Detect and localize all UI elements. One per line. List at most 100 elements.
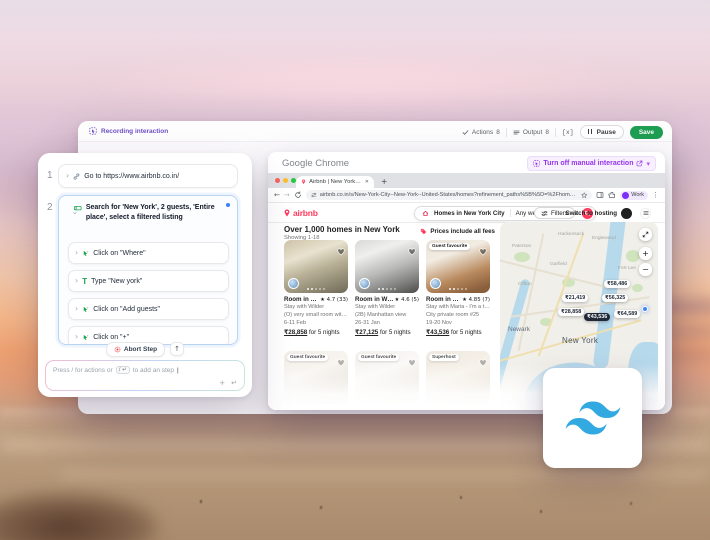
new-tab-button[interactable]: + [381, 177, 387, 186]
listing-host: Stay with Wilder [355, 304, 396, 310]
listing-card[interactable]: Guest favourite [284, 351, 348, 404]
save-button[interactable]: Save [629, 125, 663, 139]
map-town-label: Paterson [512, 244, 532, 249]
address-bar[interactable]: airbnb.co.in/s/New-York-City--New-York--… [305, 189, 593, 201]
map-town-label: Clifton [518, 282, 532, 287]
check-icon [462, 129, 469, 135]
chrome-menu-icon[interactable]: ⋮ [652, 191, 659, 199]
map-park [626, 250, 640, 262]
listing-photo[interactable] [355, 240, 419, 293]
switch-to-hosting-link[interactable]: Switch to hosting [565, 210, 617, 217]
map-price-pill[interactable]: ₹21,419 [562, 294, 589, 302]
carousel-dots [307, 288, 325, 290]
background-rock [0, 492, 160, 540]
back-button[interactable]: ← [274, 191, 280, 199]
map-price-pill[interactable]: ₹28,858 [558, 308, 585, 316]
chevron-right-icon[interactable]: › [75, 333, 78, 341]
map-price-pill[interactable]: ₹64,589 [614, 310, 641, 318]
variables-button[interactable]: [x] [562, 129, 574, 136]
map-price-pill[interactable]: ₹58,486 [604, 280, 631, 288]
manual-interaction-label: Turn off manual interaction [543, 160, 634, 167]
listing-card[interactable]: Superhost [426, 351, 490, 404]
wishlist-heart-icon[interactable] [337, 243, 345, 261]
extensions-icon[interactable] [608, 191, 616, 199]
guest-favourite-badge: Guest favourite [358, 354, 400, 361]
close-window-button[interactable] [275, 178, 280, 183]
slash-enter-kbd: / ↵ [115, 366, 130, 374]
step-number-1: 1 [47, 170, 53, 181]
pause-button[interactable]: Pause [579, 125, 624, 139]
map-price-pill-selected[interactable]: ₹43,536 [584, 313, 611, 321]
record-stop-icon [114, 346, 121, 353]
bookmark-star-icon[interactable] [581, 192, 588, 199]
airbnb-logo-text: airbnb [293, 208, 318, 218]
substep-type-newyork[interactable]: › T Type "New york" [68, 270, 229, 292]
map-location-dot [642, 306, 648, 312]
listing-photo[interactable]: Guest favourite [426, 240, 490, 293]
user-avatar[interactable] [621, 207, 632, 219]
wishlist-heart-icon[interactable] [479, 243, 487, 261]
wishlist-heart-icon[interactable] [479, 354, 487, 372]
listing-photo[interactable] [284, 240, 348, 293]
chevron-down-icon[interactable]: › [59, 212, 80, 215]
airbnb-menu-button[interactable] [640, 207, 651, 219]
listing-dates: 6-11 Feb [284, 320, 306, 327]
manual-interaction-toggle[interactable]: Turn off manual interaction ▾ [527, 156, 656, 171]
listing-price: ₹27,125 [355, 328, 379, 336]
listing-price-suffix: for 5 nights [449, 328, 482, 336]
substep-click-add-guests[interactable]: › Click on "Add guests" [68, 298, 229, 320]
chrome-profile-chip[interactable]: Work [620, 190, 648, 200]
forward-button[interactable]: → [284, 191, 290, 199]
type-icon: T [82, 276, 88, 286]
actions-counter[interactable]: Actions 8 [462, 129, 500, 136]
browser-tab-airbnb[interactable]: Airbnb | New York City - Ho... ✕ [296, 175, 374, 188]
listing-dates: 26-31 Jan [355, 320, 380, 327]
chevron-right-icon[interactable]: › [75, 249, 78, 257]
background-sand-ripple [60, 470, 710, 479]
minimize-window-button[interactable] [283, 178, 288, 183]
dropdown-caret-icon[interactable]: ▾ [646, 160, 650, 168]
listing-card[interactable]: Room in West New Y...★ 4.7 (33) Stay wit… [284, 240, 348, 336]
scroll-up-button[interactable]: ↑ [170, 342, 185, 356]
map-zoom-in-button[interactable]: + [639, 247, 652, 260]
map-zoom-out-button[interactable]: − [639, 263, 652, 276]
listing-price-suffix: for 5 nights [307, 328, 340, 336]
substep-click-where[interactable]: › Click on "Where" [68, 242, 229, 264]
reload-button[interactable] [294, 191, 302, 199]
chevron-right-icon[interactable]: › [66, 172, 69, 180]
wishlist-heart-icon[interactable] [408, 354, 416, 372]
map-expand-button[interactable] [639, 228, 652, 241]
airbnb-logo[interactable]: airbnb [283, 208, 318, 218]
step-goto-url[interactable]: › Go to https://www.airbnb.co.in/ [58, 164, 238, 188]
chevron-right-icon[interactable]: › [75, 277, 78, 285]
listing-card[interactable]: Room in West New York★ 4.6 (5) Stay with… [355, 240, 419, 336]
listing-card[interactable]: Guest favourite [355, 351, 419, 404]
airbnb-header: airbnb Homes in New York City Any week 2… [268, 203, 665, 223]
filter-icon [541, 210, 548, 216]
wishlist-heart-icon[interactable] [337, 354, 345, 372]
recording-icon [89, 127, 97, 135]
text-caret: | [177, 366, 179, 374]
map-town-label: Garfield [550, 262, 567, 267]
divider [509, 209, 511, 217]
output-counter[interactable]: Output 8 [513, 129, 549, 136]
map-price-pill[interactable]: ₹56,325 [602, 294, 629, 302]
map-park [632, 284, 643, 292]
wishlist-heart-icon[interactable] [408, 243, 416, 261]
abort-step-button[interactable]: Abort Step [105, 342, 166, 357]
tune-icon[interactable] [311, 192, 317, 198]
tab-close-icon[interactable]: ✕ [365, 179, 369, 185]
listing-desc: City private room #25 [426, 312, 480, 319]
search-location[interactable]: Homes in New York City [434, 210, 505, 217]
step-search-group[interactable]: › Search for 'New York', 2 guests, 'Enti… [58, 195, 238, 345]
side-panel-icon[interactable] [596, 191, 604, 199]
listing-card[interactable]: Guest favourite Room in Union City★ 4.85… [426, 240, 490, 336]
map-river [500, 278, 531, 406]
step-composer[interactable]: Press / for actions or / ↵ to add an ste… [45, 360, 245, 391]
add-step-icon[interactable]: + [219, 379, 225, 387]
guest-favourite-badge: Guest favourite [429, 243, 471, 250]
map-town-label: Hackensack [558, 232, 585, 237]
submit-step-icon[interactable]: ↵ [231, 379, 237, 387]
chevron-right-icon[interactable]: › [75, 305, 78, 313]
fees-toggle[interactable]: Prices include all fees [420, 228, 495, 235]
